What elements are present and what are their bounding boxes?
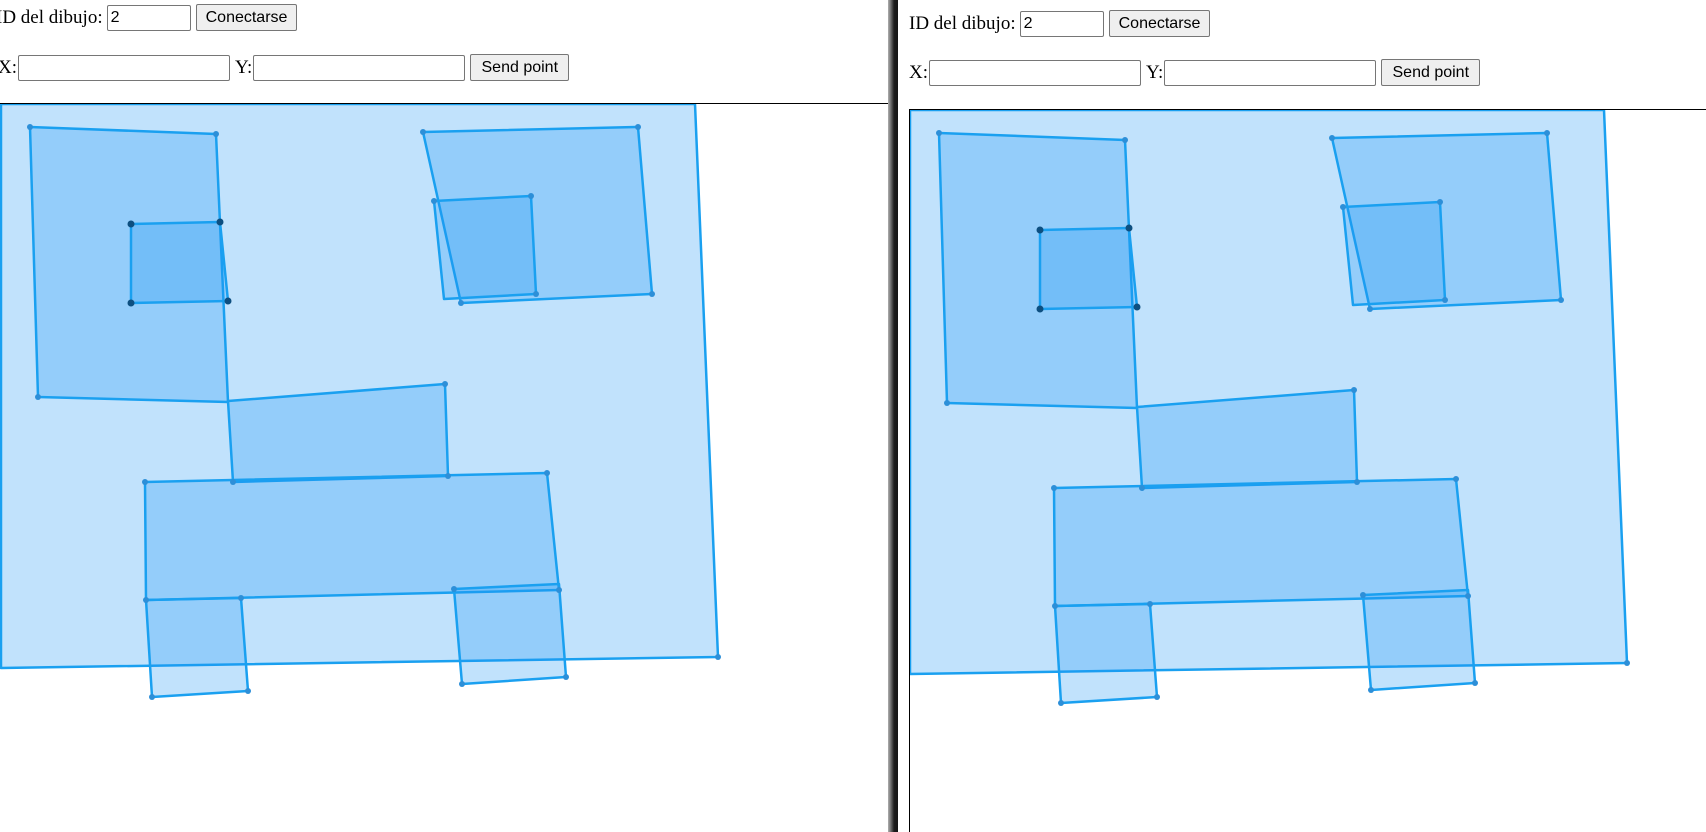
drawing-canvas[interactable] xyxy=(909,109,1706,832)
right-leg-shape[interactable] xyxy=(452,582,568,686)
left-leg-shape[interactable] xyxy=(144,596,250,699)
y-input[interactable] xyxy=(1164,59,1377,86)
send-point-button[interactable]: Send point xyxy=(470,54,570,81)
right-leg-shape[interactable] xyxy=(1361,588,1477,692)
left-leg-shape[interactable] xyxy=(1053,602,1159,705)
body-shape[interactable] xyxy=(143,471,561,602)
right-inner-square[interactable] xyxy=(1341,200,1447,307)
left-inner-square[interactable] xyxy=(1038,226,1139,311)
y-input[interactable] xyxy=(253,54,466,81)
drawing-id-label: ID del dibujo: xyxy=(909,12,1016,34)
drawing-id-label: ID del dibujo: xyxy=(0,6,103,28)
right-inner-square[interactable] xyxy=(432,194,538,301)
browser-window-left: ID del dibujo: Conectarse X: Y: Send poi… xyxy=(0,0,888,832)
drawing-canvas[interactable] xyxy=(0,103,888,832)
point-row: X: Y: Send point xyxy=(0,54,570,81)
connect-button[interactable]: Conectarse xyxy=(1108,10,1211,37)
center-shape[interactable] xyxy=(1135,388,1359,490)
browser-window-right: ID del dibujo: Conectarse X: Y: Send poi… xyxy=(898,0,1706,832)
connect-button[interactable]: Conectarse xyxy=(195,4,298,31)
drawing-id-input[interactable] xyxy=(1019,10,1104,37)
x-input[interactable] xyxy=(18,54,230,81)
point-row: X: Y: Send point xyxy=(909,59,1481,86)
x-label: X: xyxy=(0,56,17,78)
connect-row: ID del dibujo: Conectarse xyxy=(0,4,298,31)
y-label: Y: xyxy=(235,56,253,78)
x-label: X: xyxy=(909,61,928,83)
y-label: Y: xyxy=(1146,61,1164,83)
body-shape[interactable] xyxy=(1052,477,1470,608)
drawing-id-input[interactable] xyxy=(106,4,191,31)
window-divider[interactable] xyxy=(888,0,898,832)
x-input[interactable] xyxy=(929,59,1141,86)
drawing-svg[interactable] xyxy=(910,110,1706,832)
send-point-button[interactable]: Send point xyxy=(1381,59,1481,86)
drawing-svg[interactable] xyxy=(0,104,888,832)
connect-row: ID del dibujo: Conectarse xyxy=(909,10,1211,37)
center-shape[interactable] xyxy=(226,382,450,484)
left-inner-square[interactable] xyxy=(129,220,230,305)
